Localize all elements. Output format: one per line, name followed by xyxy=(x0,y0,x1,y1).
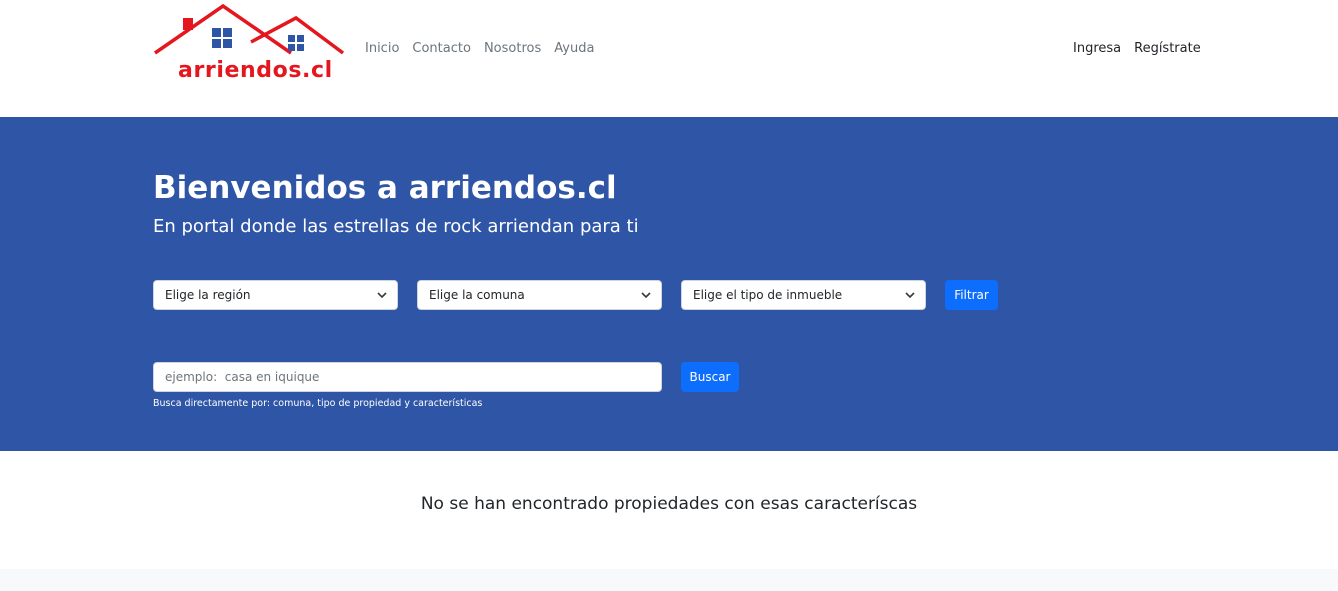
nav-link-contacto[interactable]: Contacto xyxy=(412,41,471,56)
page-title: Bienvenidos a arriendos.cl xyxy=(153,170,617,206)
chevron-down-icon xyxy=(641,292,651,299)
region-select[interactable]: Elige la región xyxy=(153,280,398,310)
logo-text: arriendos.cl xyxy=(178,58,333,83)
chevron-down-icon xyxy=(377,292,387,299)
search-button[interactable]: Buscar xyxy=(681,362,739,392)
main-nav: Inicio Contacto Nosotros Ayuda xyxy=(365,41,594,56)
auth-nav: Ingresa Regístrate xyxy=(1073,41,1201,56)
search-help-text: Busca directamente por: comuna, tipo de … xyxy=(153,398,483,409)
house-roof-icon xyxy=(154,4,345,55)
property-type-select-value: Elige el tipo de inmueble xyxy=(693,288,843,302)
property-type-select[interactable]: Elige el tipo de inmueble xyxy=(681,280,926,310)
nav-link-inicio[interactable]: Inicio xyxy=(365,41,399,56)
logo[interactable]: arriendos.cl xyxy=(153,4,345,84)
comuna-select-value: Elige la comuna xyxy=(429,288,525,302)
empty-results-message: No se han encontrado propiedades con esa… xyxy=(420,494,918,514)
page-subtitle: En portal donde las estrellas de rock ar… xyxy=(153,216,639,237)
login-link[interactable]: Ingresa xyxy=(1073,41,1121,56)
register-link[interactable]: Regístrate xyxy=(1134,41,1201,56)
region-select-value: Elige la región xyxy=(165,288,251,302)
chevron-down-icon xyxy=(905,292,915,299)
hero-banner: Bienvenidos a arriendos.cl En portal don… xyxy=(0,117,1338,451)
nav-link-ayuda[interactable]: Ayuda xyxy=(554,41,594,56)
footer xyxy=(0,569,1338,591)
filter-button[interactable]: Filtrar xyxy=(945,280,998,310)
navbar: arriendos.cl Inicio Contacto Nosotros Ay… xyxy=(0,0,1338,117)
nav-link-nosotros[interactable]: Nosotros xyxy=(484,41,541,56)
search-input[interactable] xyxy=(153,362,662,392)
comuna-select[interactable]: Elige la comuna xyxy=(417,280,662,310)
